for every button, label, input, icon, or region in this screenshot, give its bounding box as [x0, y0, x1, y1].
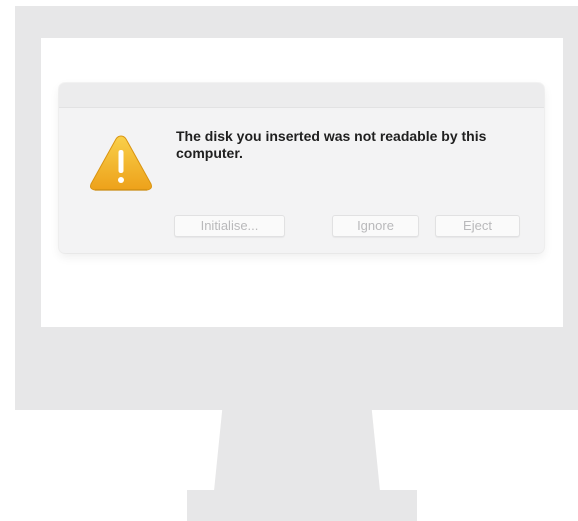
eject-button[interactable]: Eject: [435, 215, 520, 237]
dialog-message: The disk you inserted was not readable b…: [176, 128, 487, 161]
dialog-titlebar: [59, 83, 544, 108]
illustration: The disk you inserted was not readable b…: [0, 0, 578, 521]
warning-icon: [90, 135, 152, 191]
monitor-stand-base: [187, 490, 417, 521]
monitor-stand-neck: [214, 409, 380, 491]
ignore-button[interactable]: Ignore: [332, 215, 419, 237]
disk-error-dialog: The disk you inserted was not readable b…: [59, 83, 544, 253]
initialise-button[interactable]: Initialise...: [174, 215, 285, 237]
